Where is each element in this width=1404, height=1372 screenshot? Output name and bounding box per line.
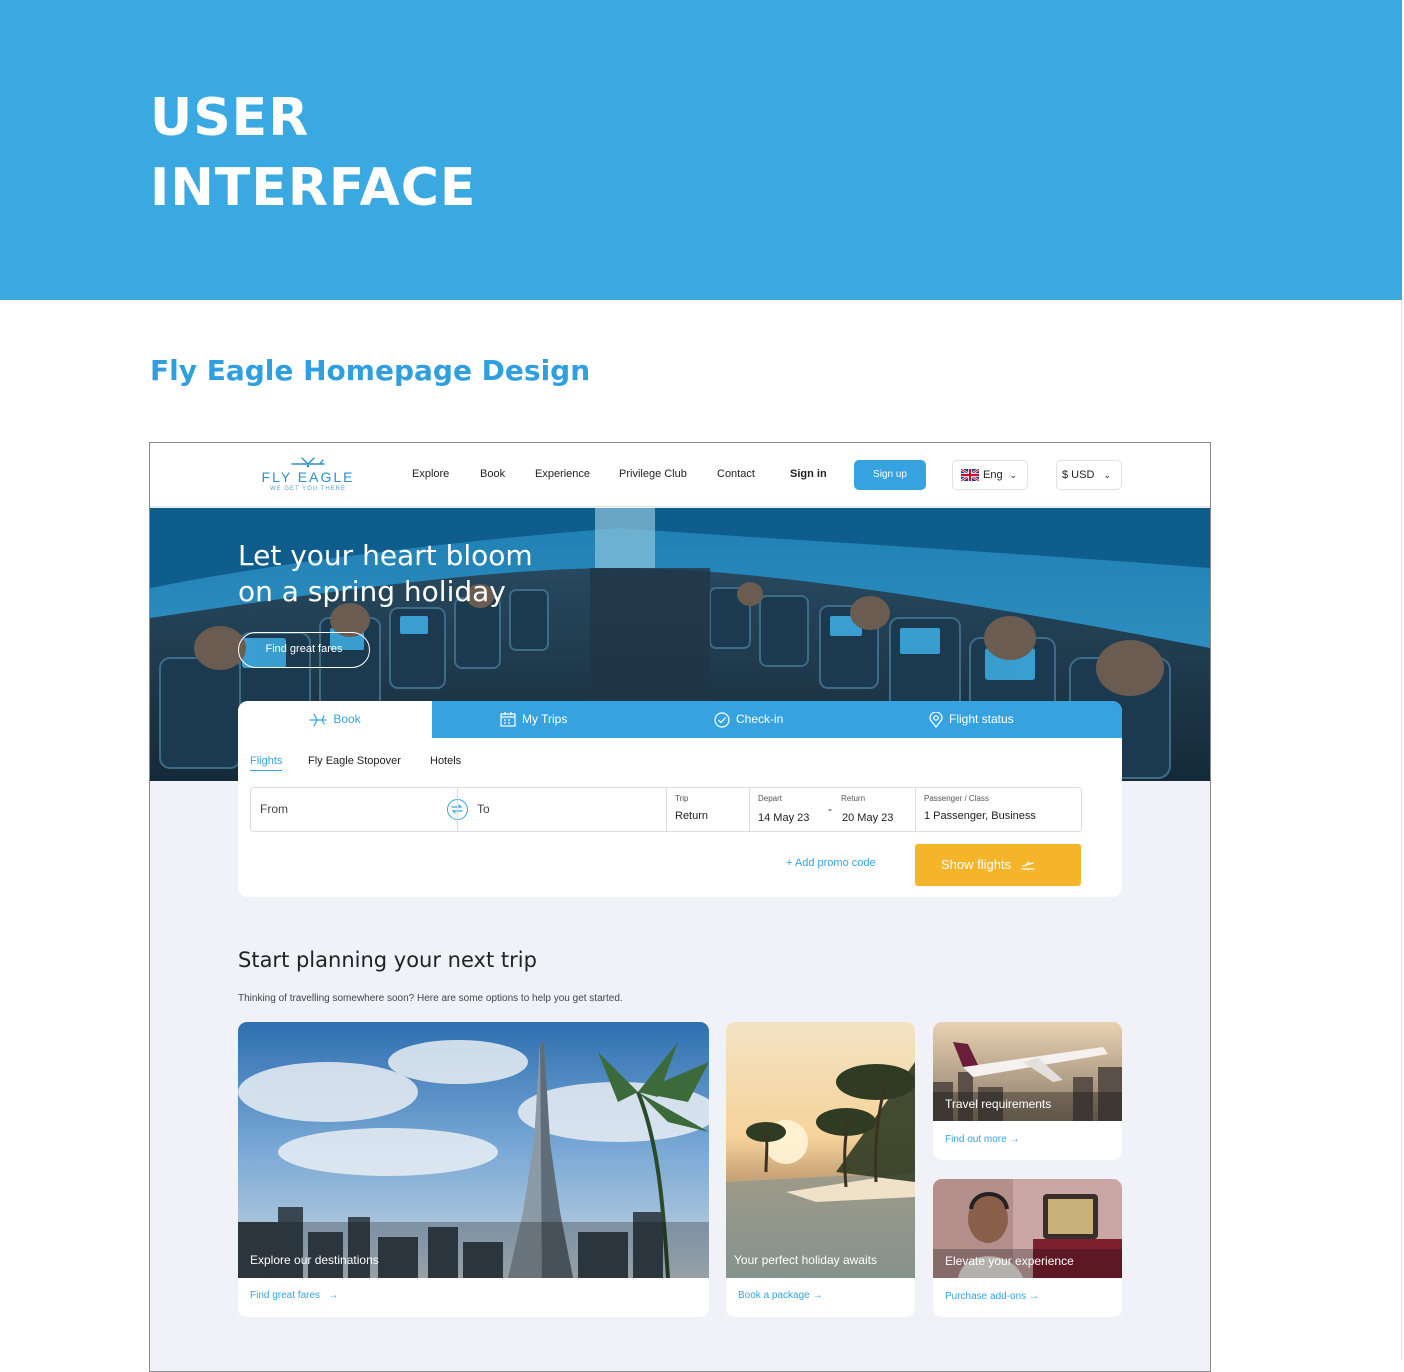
search-fields: From To Trip Return Depart 14 May 23 - R…	[250, 787, 1082, 832]
passenger-label: Passenger / Class	[924, 794, 989, 803]
calendar-icon	[500, 712, 516, 727]
plane-logo-icon	[291, 457, 325, 468]
show-flights-button[interactable]: Show flights	[915, 844, 1081, 886]
subtab-stopover[interactable]: Fly Eagle Stopover	[308, 755, 401, 767]
add-promo-code-link[interactable]: + Add promo code	[786, 857, 876, 869]
trip-label: Trip	[675, 794, 689, 803]
arrow-right-icon: →	[328, 1290, 339, 1301]
plane-icon	[309, 713, 327, 727]
tab-flight-status[interactable]: Flight status	[929, 701, 1014, 738]
find-out-more-link: Find out more	[945, 1134, 1007, 1145]
section-title: Fly Eagle Homepage Design	[150, 354, 591, 387]
booking-widget: Book My Trips Check-in Flight status Fli…	[238, 701, 1122, 897]
card-holiday[interactable]: Your perfect holiday awaits Book a packa…	[726, 1022, 915, 1317]
chevron-down-icon: ⌄	[1009, 470, 1017, 480]
nav-privilege-club[interactable]: Privilege Club	[619, 468, 687, 480]
currency-select[interactable]: $ USD ⌄	[1056, 460, 1122, 490]
logo-name: FLY EAGLE	[261, 469, 355, 485]
subtab-hotels[interactable]: Hotels	[430, 755, 461, 767]
arrow-right-icon: →	[812, 1290, 823, 1301]
location-pin-icon	[929, 711, 943, 728]
tab-check-in-label: Check-in	[736, 712, 784, 726]
currency-value: $ USD	[1062, 469, 1095, 481]
trip-value: Return	[675, 810, 709, 822]
return-value: 20 May 23	[842, 812, 894, 824]
passenger-field[interactable]: Passenger / Class 1 Passenger, Business	[915, 788, 1081, 831]
purchase-addons-link: Purchase add-ons	[945, 1291, 1027, 1302]
logo[interactable]: FLY EAGLE WE GET YOU THERE	[258, 455, 358, 497]
sign-in-link[interactable]: Sign in	[790, 468, 827, 480]
tab-book[interactable]: Book	[238, 701, 432, 738]
from-input[interactable]: From	[260, 802, 288, 816]
card-destinations-link[interactable]: Find great fares →	[250, 1290, 338, 1301]
page-divider	[1401, 300, 1402, 1360]
homepage-mockup: FLY EAGLE WE GET YOU THERE Explore Book …	[149, 442, 1211, 1372]
card-requirements-caption: Travel requirements	[945, 1097, 1052, 1111]
depart-label: Depart	[758, 794, 783, 803]
card-experience[interactable]: Elevate your experience Purchase add-ons…	[933, 1179, 1122, 1317]
language-value: Eng	[983, 469, 1003, 481]
dates-field[interactable]: Depart 14 May 23 - Return 20 May 23	[749, 788, 915, 831]
passenger-value: 1 Passenger, Business	[924, 810, 1036, 822]
from-to-divider	[457, 788, 458, 831]
card-requirements-link[interactable]: Find out more →	[945, 1134, 1019, 1145]
tropical-beach-image	[726, 1022, 915, 1278]
card-experience-caption: Elevate your experience	[945, 1254, 1074, 1268]
planning-subtitle: Thinking of travelling somewhere soon? H…	[238, 993, 623, 1004]
nav-contact[interactable]: Contact	[717, 468, 755, 480]
card-experience-link[interactable]: Purchase add-ons →	[945, 1291, 1039, 1302]
tab-my-trips[interactable]: My Trips	[500, 701, 567, 738]
header-banner: USER INTERFACE	[0, 0, 1402, 300]
card-holiday-caption: Your perfect holiday awaits	[734, 1253, 877, 1267]
tab-my-trips-label: My Trips	[522, 712, 568, 726]
date-separator: -	[828, 802, 832, 816]
return-label: Return	[841, 794, 866, 803]
nav-experience[interactable]: Experience	[535, 468, 590, 480]
card-destinations-caption: Explore our destinations	[250, 1253, 379, 1267]
nav-explore[interactable]: Explore	[412, 468, 449, 480]
uk-flag-icon	[961, 469, 979, 481]
book-package-link: Book a package	[738, 1290, 810, 1301]
language-select[interactable]: Eng ⌄	[952, 460, 1028, 490]
trip-field[interactable]: Trip Return	[666, 788, 749, 831]
arrow-right-icon: →	[1028, 1291, 1039, 1302]
tab-flight-status-label: Flight status	[949, 712, 1014, 726]
booking-tabs: Book My Trips Check-in Flight status	[238, 701, 1122, 738]
banner-title-line1: USER	[150, 88, 310, 148]
hero-title: Let your heart bloom on a spring holiday	[238, 538, 533, 610]
hero-title-line1: Let your heart bloom	[238, 539, 533, 572]
subtab-flights[interactable]: Flights	[250, 755, 283, 771]
burj-khalifa-image	[238, 1022, 709, 1278]
card-destinations[interactable]: Explore our destinations Find great fare…	[238, 1022, 709, 1317]
top-nav: FLY EAGLE WE GET YOU THERE Explore Book …	[150, 443, 1210, 507]
logo-tagline: WE GET YOU THERE	[269, 486, 346, 492]
planning-title: Start planning your next trip	[238, 948, 537, 972]
to-input[interactable]: To	[477, 802, 490, 816]
tab-check-in[interactable]: Check-in	[714, 701, 783, 738]
check-circle-icon	[714, 712, 730, 728]
plane-takeoff-icon	[1021, 860, 1035, 870]
show-flights-label: Show flights	[941, 857, 1012, 872]
nav-book[interactable]: Book	[480, 468, 505, 480]
sign-up-button[interactable]: Sign up	[854, 460, 926, 490]
find-great-fares-link: Find great fares	[250, 1290, 321, 1301]
find-fares-button[interactable]: Find great fares	[238, 632, 370, 668]
arrow-right-icon: →	[1009, 1134, 1020, 1145]
hero-title-line2: on a spring holiday	[238, 575, 506, 608]
banner-title-line2: INTERFACE	[150, 158, 477, 218]
depart-value: 14 May 23	[758, 812, 810, 824]
card-holiday-link[interactable]: Book a package →	[738, 1290, 823, 1301]
tab-book-label: Book	[333, 712, 361, 726]
chevron-down-icon: ⌄	[1103, 470, 1111, 480]
card-requirements[interactable]: Travel requirements Find out more →	[933, 1022, 1122, 1160]
